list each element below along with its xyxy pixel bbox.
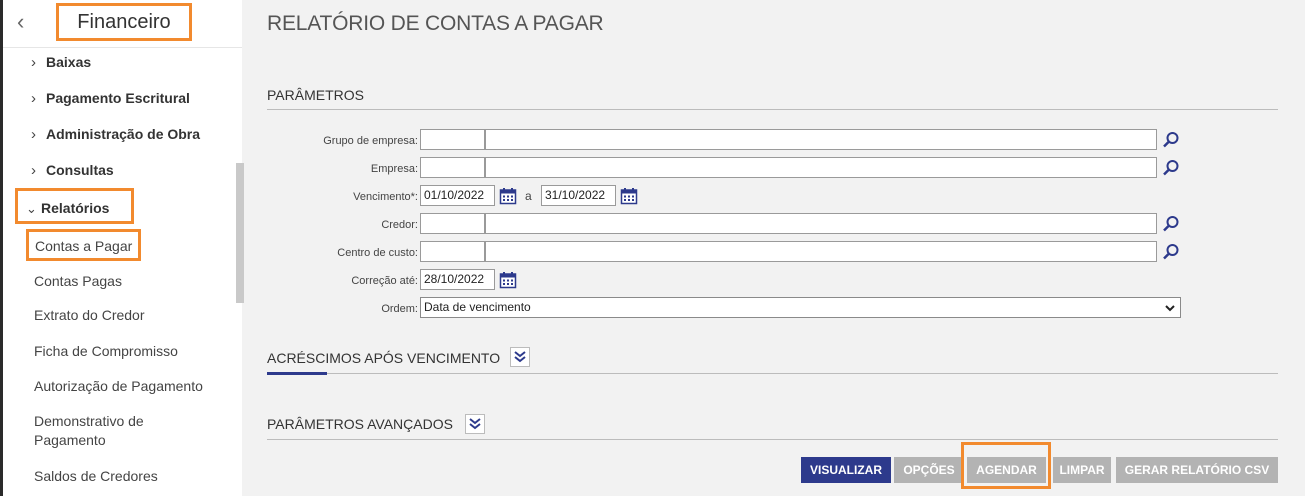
sidebar-header: ‹ Financeiro <box>3 0 242 48</box>
section-parametros: PARÂMETROS <box>267 80 1278 110</box>
chevron-right-icon: › <box>31 162 36 179</box>
double-chevron-down-icon <box>469 418 481 430</box>
grupo-empresa-label: Grupo de empresa: <box>323 135 418 147</box>
sidebar-item-baixas[interactable]: › Baixas <box>31 53 91 72</box>
section-title: PARÂMETROS <box>267 87 364 103</box>
gerar-csv-button[interactable]: GERAR RELATÓRIO CSV <box>1116 457 1278 483</box>
submenu-item-extrato-credor[interactable]: Extrato do Credor <box>34 306 145 325</box>
chevron-down-icon <box>1165 305 1175 312</box>
grupo-empresa-name-input[interactable] <box>485 129 1157 150</box>
search-icon[interactable] <box>1162 131 1180 149</box>
section-title: ACRÉSCIMOS APÓS VENCIMENTO <box>267 350 501 366</box>
submenu-item-demonstrativo-pagamento[interactable]: Demonstrativo de Pagamento <box>34 412 184 450</box>
chevron-right-icon: › <box>31 90 36 107</box>
sidebar-item-label: Consultas <box>46 162 114 178</box>
vencimento-end-input[interactable]: 31/10/2022 <box>541 185 616 206</box>
submenu-item-contas-pagas[interactable]: Contas Pagas <box>34 272 122 291</box>
empresa-code-input[interactable] <box>420 157 485 178</box>
limpar-button[interactable]: LIMPAR <box>1053 457 1111 483</box>
vencimento-separator: a <box>525 189 532 203</box>
vencimento-label: Vencimento*: <box>353 191 418 203</box>
page-title: RELATÓRIO DE CONTAS A PAGAR <box>267 12 604 35</box>
search-icon[interactable] <box>1162 215 1180 233</box>
sidebar: ‹ Financeiro › Baixas › Pagamento Escritur… <box>0 0 244 496</box>
sidebar-item-consultas[interactable]: › Consultas <box>31 161 114 180</box>
chevron-right-icon: › <box>31 54 36 71</box>
credor-code-input[interactable] <box>420 213 485 234</box>
sidebar-item-label: Administração de Obra <box>46 126 201 142</box>
chevron-down-icon: ⌄ <box>26 201 37 216</box>
section-title: PARÂMETROS AVANÇADOS <box>267 416 453 432</box>
grupo-empresa-code-input[interactable] <box>420 129 485 150</box>
chevron-right-icon: › <box>31 126 36 143</box>
calendar-icon[interactable] <box>499 271 517 289</box>
sidebar-item-pagamento-escritural[interactable]: › Pagamento Escritural <box>31 89 190 108</box>
search-icon[interactable] <box>1162 159 1180 177</box>
calendar-icon[interactable] <box>499 187 517 205</box>
app-root: ‹ Financeiro › Baixas › Pagamento Escritur… <box>0 0 1305 496</box>
sidebar-item-label: Baixas <box>46 54 92 70</box>
ordem-select[interactable]: Data de vencimento <box>420 297 1181 318</box>
visualizar-button[interactable]: VISUALIZAR <box>801 457 891 483</box>
ordem-label: Ordem: <box>381 303 418 315</box>
centro-custo-name-input[interactable] <box>485 241 1157 262</box>
sidebar-item-label: Pagamento Escritural <box>46 90 190 106</box>
correcao-label: Correção até: <box>351 275 418 287</box>
empresa-label: Empresa: <box>370 163 418 175</box>
expand-acrescimos-button[interactable] <box>510 347 530 367</box>
ordem-select-value: Data de vencimento <box>424 300 531 314</box>
section-accent <box>267 372 327 375</box>
sidebar-item-administracao-obra[interactable]: › Administração de Obra <box>31 125 200 144</box>
empresa-name-input[interactable] <box>485 157 1157 178</box>
chevron-left-icon[interactable]: ‹ <box>17 10 24 34</box>
calendar-icon[interactable] <box>620 187 638 205</box>
correcao-input[interactable]: 28/10/2022 <box>420 269 495 290</box>
submenu-item-ficha-compromisso[interactable]: Ficha de Compromisso <box>34 342 178 361</box>
section-acrescimos: ACRÉSCIMOS APÓS VENCIMENTO <box>267 343 1278 375</box>
submenu-item-contas-a-pagar[interactable]: Contas a Pagar <box>26 229 141 261</box>
centro-custo-label: Centro de custo: <box>337 247 418 259</box>
sidebar-item-relatorios[interactable]: ⌄ Relatórios <box>15 188 134 224</box>
sidebar-title: Financeiro <box>56 3 192 41</box>
expand-avancados-button[interactable] <box>465 414 485 434</box>
search-icon[interactable] <box>1162 243 1180 261</box>
double-chevron-down-icon <box>514 351 526 363</box>
sidebar-item-label: Relatórios <box>41 200 110 216</box>
main-content: RELATÓRIO DE CONTAS A PAGAR PARÂMETROS G… <box>242 0 1305 496</box>
agendar-highlight <box>961 442 1051 489</box>
vencimento-start-input[interactable]: 01/10/2022 <box>420 185 495 206</box>
opcoes-button[interactable]: OPÇÕES <box>894 457 964 483</box>
centro-custo-code-input[interactable] <box>420 241 485 262</box>
credor-label: Credor: <box>381 219 418 231</box>
submenu-item-saldos-credores[interactable]: Saldos de Credores <box>34 467 158 486</box>
section-avancados: PARÂMETROS AVANÇADOS <box>267 410 1278 440</box>
credor-name-input[interactable] <box>485 213 1157 234</box>
submenu-item-autorizacao-pagamento[interactable]: Autorização de Pagamento <box>34 377 203 396</box>
